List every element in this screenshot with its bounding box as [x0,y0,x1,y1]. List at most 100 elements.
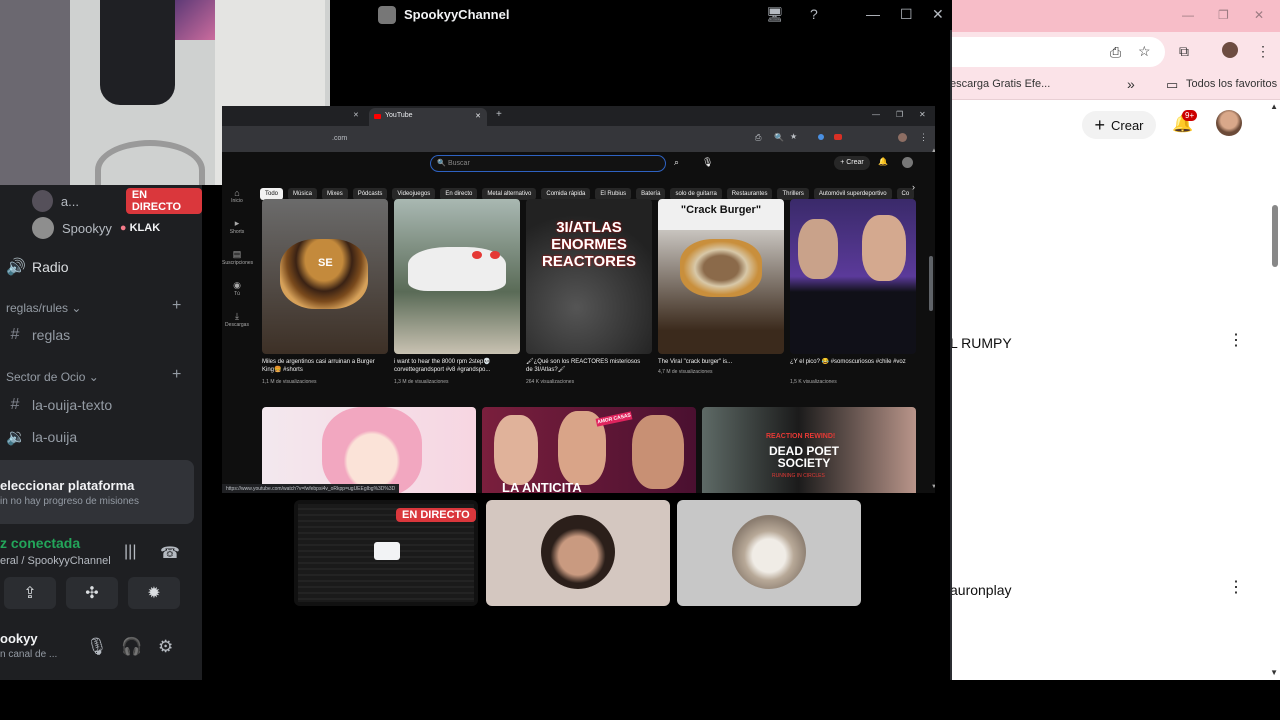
avatar[interactable] [1216,110,1242,136]
close-icon[interactable]: ✕ [1254,8,1264,22]
channel-label: Radio [32,259,69,275]
reaction-label: REACTION REWIND! [766,433,836,440]
participant-tile[interactable] [486,500,670,606]
channel-name[interactable]: L RUMPY [950,335,1012,351]
nav-subscriptions: ▤ Suscripciones [222,249,254,266]
more-icon[interactable]: ⋮ [1228,330,1244,350]
soundboard-icon: ✹ [147,585,161,602]
burger-image [280,239,368,309]
settings-gear-icon[interactable]: ⚙ [158,637,173,657]
window-title: SpookyyChannel [404,7,510,22]
current-user-name[interactable]: ookyy [0,631,38,646]
nav-label: Suscripciones [222,260,254,266]
menu-icon[interactable]: ⋮ [1256,43,1270,60]
youtube-left-nav: ⌂ Inicio ▸ Shorts ▤ Suscripciones ◉ Tú ⤓ Desc… [222,182,254,493]
chevron-down-icon: ⌄ [71,301,82,315]
help-icon[interactable]: ? [810,6,818,22]
voice-channel[interactable]: eral / SpookyyChannel [0,555,111,567]
current-user-status: n canal de ... [0,649,58,660]
all-favorites[interactable]: Todos los favoritos [1186,78,1277,90]
headphones-icon[interactable]: 🎧 [121,637,142,657]
category-reglas[interactable]: reglas/rules ⌄ [6,301,81,315]
bookmarks-bar: escarga Gratis Efe... » ▭ Todos los favo… [950,72,1280,100]
shorts-icon: ▸ [234,218,240,228]
home-icon: ⌂ [234,188,240,198]
share-screen-button[interactable]: ⇪ [4,577,56,609]
maximize-icon[interactable]: ☐ [900,6,913,23]
inbox-icon[interactable]: 🖥 [766,6,784,23]
channel-name[interactable]: auronplay [950,582,1012,598]
nav-downloads: ⤓ Descargas [222,311,252,328]
discord-titlebar: SpookyyChannel 🖥 ? — ☐ ✕ [330,0,952,30]
microphone-icon: 🎙 [702,157,714,167]
bookmarks-overflow-icon[interactable]: » [1127,76,1135,92]
soundwave-icon[interactable]: ||| [124,543,136,561]
video-thumbnail: REACTION REWIND! DEAD POET SOCIETY RUNNI… [702,407,916,493]
channel-ouija-texto[interactable]: # la-ouija-texto [6,396,113,414]
more-icon[interactable]: ⋮ [1228,577,1244,597]
minimize-icon[interactable]: — [1182,8,1194,22]
user-tag: ● KLAK [120,222,160,234]
extension-icon [818,134,824,140]
youtube-page: + Crear 🔔 9+ L RUMPY ⋮ auronplay ⋮ [950,100,1280,680]
microphone-icon[interactable]: 🎙 [86,637,108,657]
chrome-titlebar: — ❐ ✕ [950,0,1280,32]
participant-tile[interactable] [677,500,861,606]
video-views: 1,5 K visualizaciones [790,379,837,385]
activities-button[interactable]: ✣ [66,577,118,609]
category-ocio[interactable]: Sector de Ocio ⌄ [6,370,99,384]
create-button[interactable]: + Crear [1082,111,1156,139]
channel-label: la-ouija [32,429,78,445]
bookmark-star-icon[interactable]: ☆ [1138,43,1151,60]
restore-icon[interactable]: ❐ [1218,8,1229,22]
video-thumbnail: 3I/ATLAS ENORMES REACTORES [526,199,652,354]
add-channel-icon[interactable]: + [172,366,181,384]
subscriptions-icon: ▤ [232,249,242,259]
profile-avatar[interactable] [1222,42,1238,58]
extension-icon [834,134,842,140]
channel-reglas[interactable]: # reglas [6,326,71,344]
platform-panel[interactable]: eleccionar plataforma in no hay progreso… [0,460,194,524]
disconnect-icon[interactable]: ☎ [160,543,180,563]
server-icon [378,6,396,24]
minimize-icon[interactable]: — [866,6,880,22]
youtube-icon [374,114,381,119]
add-channel-icon[interactable]: + [172,297,181,315]
live-badge: EN DIRECTO [125,188,202,214]
voice-user[interactable]: a... EN DIRECTO [32,188,202,214]
thumbnail-overlay: 3I/ATLAS ENORMES REACTORES [542,219,636,270]
scrollbar[interactable] [1272,205,1278,267]
extensions-icon[interactable]: ⧉ [1179,43,1189,60]
search-placeholder: Buscar [448,160,470,167]
create-button: + Crear [834,156,870,170]
person-image [494,415,538,485]
channel-sidebar: a... EN DIRECTO Spookyy ● KLAK 🔊 Radio r… [0,185,202,680]
close-icon[interactable]: ✕ [932,6,944,23]
zoom-icon: 🔍 [774,133,784,142]
video-views: 264 K visualizaciones [526,379,575,385]
soundboard-button[interactable]: ✹ [128,577,180,609]
scroll-up-icon[interactable]: ▲ [1270,102,1278,111]
screen-share-icon: ⇪ [23,585,37,602]
category-label: reglas/rules [6,301,69,315]
nav-label: Inicio [231,198,243,204]
voice-status: z conectada [0,535,81,551]
stream-urlbar: .com ⎙ 🔍 ★ ⋮ [222,126,935,152]
bookmark-item[interactable]: escarga Gratis Efe... [950,78,1050,90]
voice-user[interactable]: Spookyy ● KLAK [32,217,160,239]
video-views: 4,7 M de visualizaciones [658,369,713,375]
person-image [862,215,906,281]
avatar [902,157,913,168]
scroll-down-icon[interactable]: ▼ [1270,668,1278,677]
thumbnail-overlay: "Crack Burger" [680,204,762,216]
channel-ouija[interactable]: 🔉 la-ouija [6,427,77,447]
speaker-icon: 🔉 [6,429,26,446]
discord-window: SpookyyChannel 🖥 ? — ☐ ✕ a... EN DIRECTO… [0,0,952,680]
nav-label: Tú [234,291,240,297]
address-bar[interactable]: ⎙ ☆ [950,37,1165,67]
folder-icon: ▭ [1166,77,1179,92]
install-icon[interactable]: ⎙ [1110,44,1121,61]
plus-icon: + [1094,114,1105,135]
channel-radio[interactable]: 🔊 Radio [6,257,69,277]
screen-stream[interactable]: ✕ YouTube ✕ + — ❐ ✕ .com ⎙ 🔍 ★ ⋮ 🔍 Busca… [222,106,935,493]
